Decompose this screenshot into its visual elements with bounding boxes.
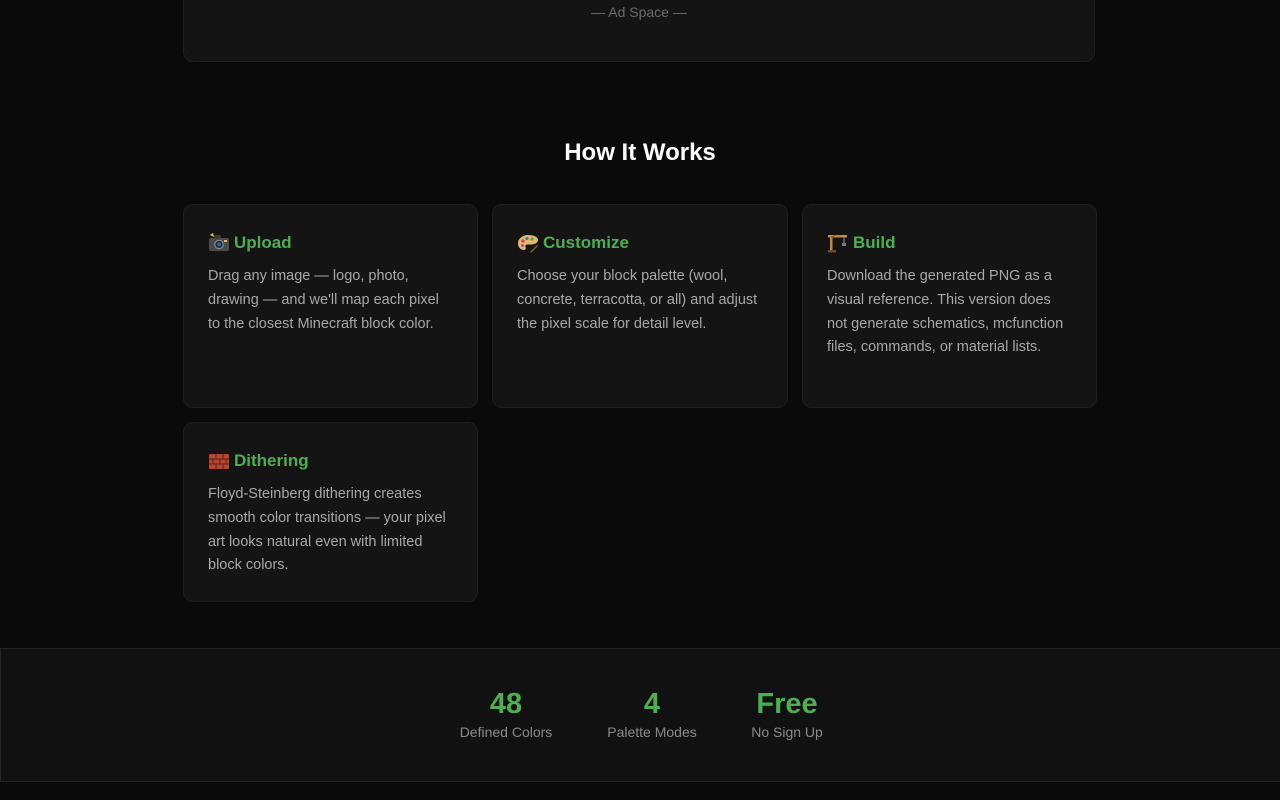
card-build-title: Build: [853, 233, 896, 252]
card-upload: Upload Drag any image — logo, photo, dra…: [183, 204, 478, 408]
stat-defined-colors: 48 Defined Colors: [460, 687, 553, 741]
stat-label: Defined Colors: [459, 724, 553, 740]
bricks-icon: [208, 451, 230, 471]
card-customize-title: Customize: [543, 233, 629, 252]
stat-value: Free: [756, 688, 818, 720]
page: — Ad Space — How It Works Upload Drag an…: [0, 0, 1280, 800]
stat-no-sign-up: Free No Sign Up: [751, 687, 823, 741]
palette-icon: [517, 233, 539, 253]
card-dithering-body: Floyd-Steinberg dithering creates smooth…: [208, 486, 446, 574]
stat-palette-modes: 4 Palette Modes: [607, 687, 697, 741]
card-build-body: Download the generated PNG as a visual r…: [827, 268, 1064, 356]
card-customize: Customize Choose your block palette (woo…: [492, 204, 788, 408]
stat-label: Palette Modes: [607, 724, 697, 740]
ad-space-label: — Ad Space —: [591, 4, 687, 20]
card-upload-title: Upload: [234, 233, 292, 252]
stat-value: 48: [489, 688, 523, 720]
ad-space: — Ad Space —: [183, 0, 1095, 62]
how-it-works-title: How It Works: [564, 139, 716, 166]
stat-label: No Sign Up: [751, 724, 823, 740]
card-customize-body: Choose your block palette (wool, concret…: [517, 268, 758, 332]
camera-icon: [208, 233, 230, 253]
card-build: Build Download the generated PNG as a vi…: [802, 204, 1097, 408]
stat-value: 4: [643, 688, 661, 720]
card-upload-body: Drag any image — logo, photo, drawing — …: [208, 268, 439, 332]
crane-icon: [827, 233, 849, 253]
stats-bar: 48 Defined Colors 4 Palette Modes Free N…: [0, 648, 1280, 782]
card-dithering-title: Dithering: [234, 451, 309, 470]
card-dithering: Dithering Floyd-Steinberg dithering crea…: [183, 422, 478, 602]
